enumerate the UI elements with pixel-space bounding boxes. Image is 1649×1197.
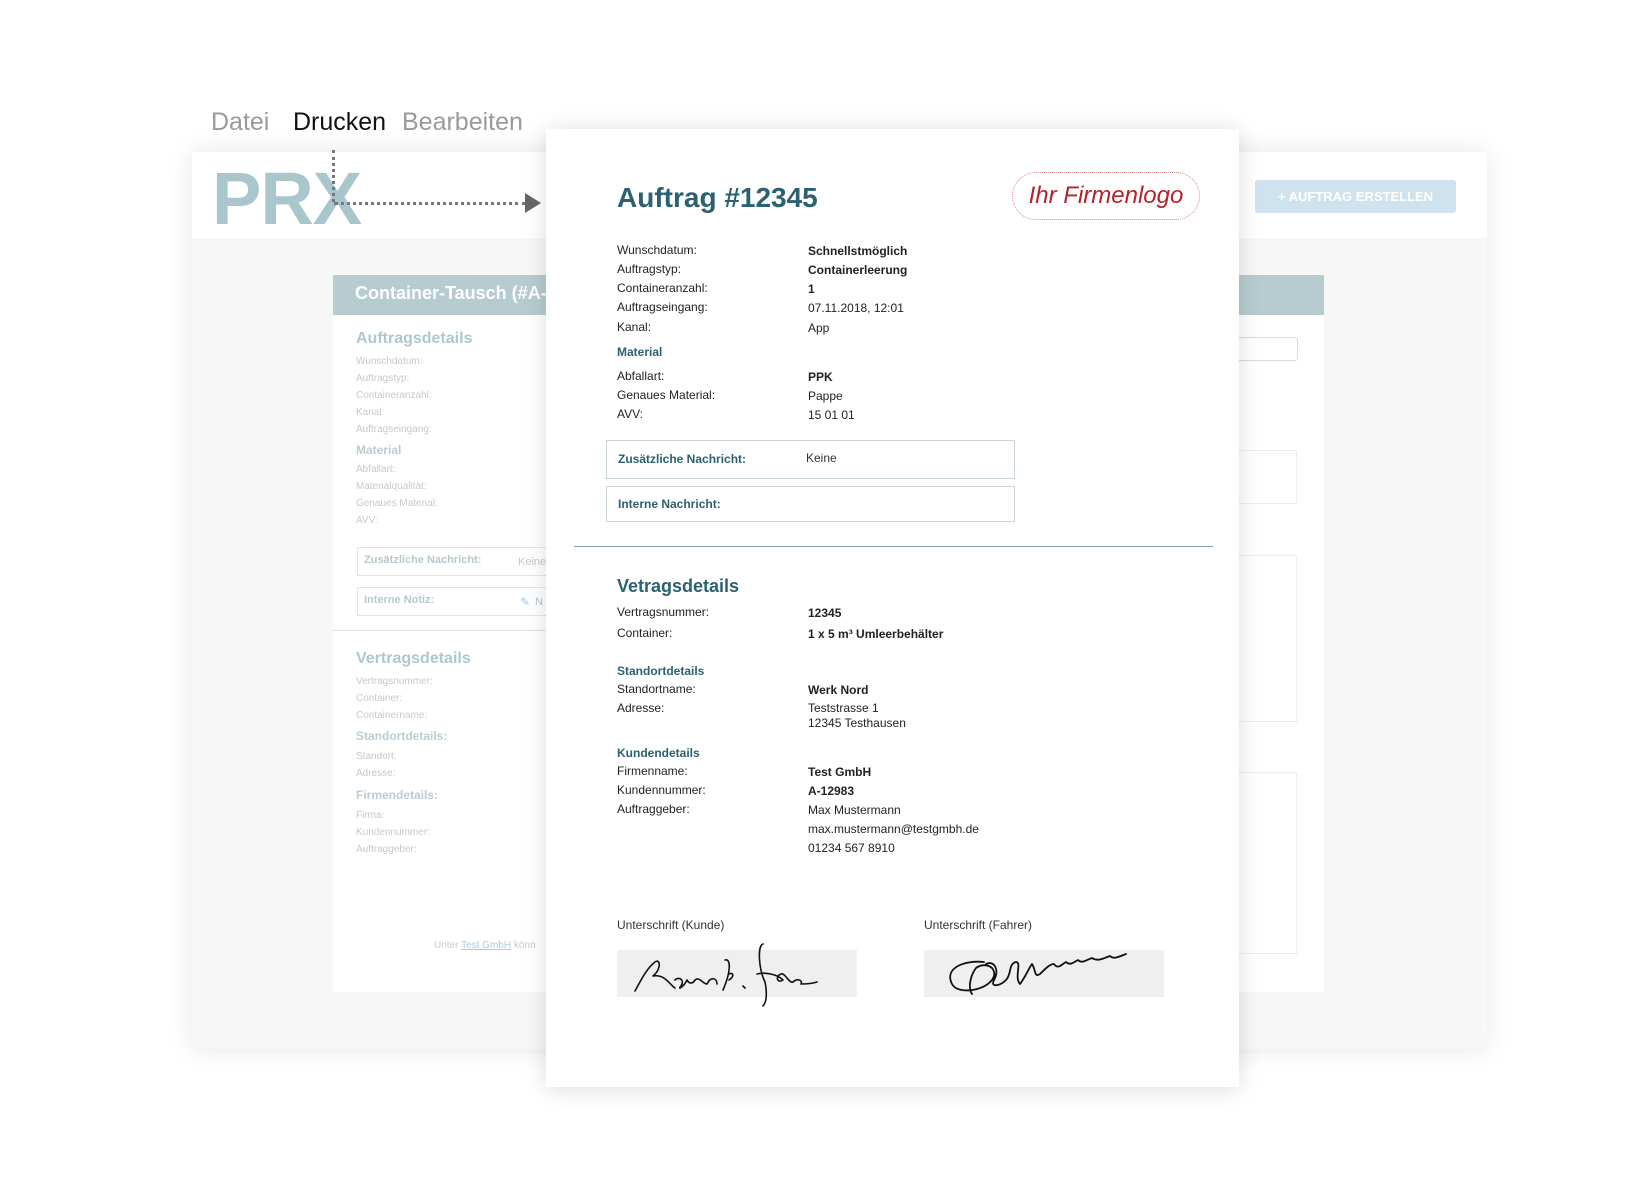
order-value: 1 — [808, 282, 815, 296]
bg-order-label: Containeranzahl: — [356, 390, 432, 401]
menu-print[interactable]: Drucken — [293, 108, 386, 137]
location-name-label: Standortname: — [617, 682, 696, 696]
bg-extra-message-value: Keine — [518, 556, 547, 568]
customer-number-value: A-12983 — [808, 784, 855, 798]
bg-footer-prefix: Unter — [434, 940, 459, 951]
bg-material-label: Materialqualität: — [356, 481, 427, 492]
customer-company-value: Test GmbH — [808, 765, 872, 779]
signature-driver-box — [924, 950, 1164, 997]
order-value: App — [808, 321, 830, 335]
contract-value: 12345 — [808, 606, 842, 620]
contract-section-title: Vetragsdetails — [617, 576, 740, 596]
bg-company-label: Kundennummer: — [356, 827, 430, 838]
location-name-value: Werk Nord — [808, 683, 869, 697]
bg-internal-note-value: N — [535, 596, 543, 608]
material-label: Abfallart: — [617, 369, 665, 383]
signature-driver-label: Unterschrift (Fahrer) — [924, 918, 1033, 932]
signature-driver-image — [949, 953, 1127, 995]
signature-customer-label: Unterschrift (Kunde) — [617, 918, 725, 932]
bg-contract-label: Container: — [356, 693, 403, 704]
order-label: Auftragseingang: — [617, 300, 708, 314]
bg-company-section: Firmendetails: — [356, 788, 439, 802]
internal-message-box: Interne Nachricht: — [606, 486, 1015, 522]
material-label: AVV: — [617, 407, 644, 421]
bg-extra-message-label: Zusätzliche Nachricht: — [364, 554, 482, 566]
bg-company-label: Firma: — [356, 810, 385, 821]
bg-order-label: Auftragstyp: — [356, 373, 410, 384]
bg-contract-label: Containername: — [356, 710, 428, 721]
company-logo-placeholder: Ihr Firmenlogo — [1012, 172, 1200, 220]
extra-message-box: Zusätzliche Nachricht: Keine — [606, 440, 1015, 479]
order-value: Containerleerung — [808, 263, 908, 277]
location-address-label: Adresse: — [617, 701, 665, 715]
print-document: Auftrag #12345 Ihr Firmenlogo Wunschdatu… — [546, 129, 1239, 1087]
dotted-arrow-icon — [332, 150, 335, 202]
internal-message-label: Interne Nachricht: — [618, 497, 721, 511]
customer-section-title: Kundendetails — [617, 746, 700, 760]
create-order-button[interactable]: + AUFTRAG ERSTELLEN — [1255, 180, 1456, 213]
bg-order-label: Kanal: — [356, 407, 385, 418]
order-label: Kanal: — [617, 320, 652, 334]
bg-contract-section: Vertragsdetails — [356, 650, 471, 667]
contract-value: 1 x 5 m³ Umleerbehälter — [808, 627, 944, 641]
material-value: 15 01 01 — [808, 408, 855, 422]
pencil-icon[interactable]: ✎ — [520, 595, 530, 609]
bg-footer-link[interactable]: Test GmbH — [461, 940, 511, 951]
bg-material-section: Material — [356, 443, 402, 457]
location-section-title: Standortdetails — [617, 664, 705, 678]
location-address-line2: 12345 Testhausen — [808, 716, 906, 730]
arrow-head-icon — [525, 193, 541, 213]
extra-message-value: Keine — [806, 451, 837, 465]
signature-customer-image — [634, 943, 818, 1007]
location-address-line1: Teststrasse 1 — [808, 701, 879, 715]
customer-client-name: Max Mustermann — [808, 803, 901, 817]
material-section-title: Material — [617, 345, 663, 359]
bg-order-section: Auftragsdetails — [356, 330, 473, 347]
order-value: Schnellstmöglich — [808, 244, 908, 258]
bg-order-label: Wunschdatum: — [356, 356, 423, 367]
order-label: Containeranzahl: — [617, 281, 708, 295]
bg-divider — [333, 630, 557, 631]
order-label: Wunschdatum: — [617, 243, 697, 257]
menu-file[interactable]: Datei — [211, 108, 269, 137]
dotted-arrow-line — [334, 202, 526, 205]
contract-label: Vertragsnummer: — [617, 605, 710, 619]
bg-material-label: AVV: — [356, 515, 378, 526]
bg-location-label: Adresse: — [356, 768, 396, 779]
document-title: Auftrag #12345 — [617, 182, 818, 213]
customer-client-label: Auftraggeber: — [617, 802, 690, 816]
bg-contract-label: Vertragsnummer: — [356, 676, 433, 687]
extra-message-label: Zusätzliche Nachricht: — [618, 452, 747, 466]
material-label: Genaues Material: — [617, 388, 716, 402]
bg-footer: Unter Test GmbH könn — [434, 940, 536, 951]
bg-company-label: Auftraggeber: — [356, 844, 417, 855]
bg-material-label: Genaues Material: — [356, 498, 438, 509]
document-divider — [574, 546, 1213, 547]
order-value: 07.11.2018, 12:01 — [808, 301, 904, 315]
app-logo: PRX — [212, 157, 362, 240]
customer-company-label: Firmenname: — [617, 764, 688, 778]
contract-label: Container: — [617, 626, 673, 640]
menu-edit[interactable]: Bearbeiten — [402, 108, 523, 137]
order-panel-title: Container-Tausch (#A- — [355, 283, 547, 303]
bg-location-label: Standort: — [356, 751, 397, 762]
bg-material-label: Abfallart: — [356, 464, 396, 475]
customer-client-email: max.mustermann@testgmbh.de — [808, 822, 979, 836]
bg-order-label: Auftragseingang: — [356, 424, 432, 435]
bg-location-section: Standortdetails: — [356, 729, 448, 743]
order-label: Auftragstyp: — [617, 262, 682, 276]
material-value: Pappe — [808, 389, 843, 403]
customer-number-label: Kundennummer: — [617, 783, 706, 797]
signature-customer-box — [617, 943, 857, 1007]
bg-footer-suffix: könn — [513, 940, 536, 951]
material-value: PPK — [808, 370, 833, 384]
customer-client-phone: 01234 567 8910 — [808, 841, 895, 855]
bg-internal-note-label: Interne Notiz: — [364, 594, 435, 606]
